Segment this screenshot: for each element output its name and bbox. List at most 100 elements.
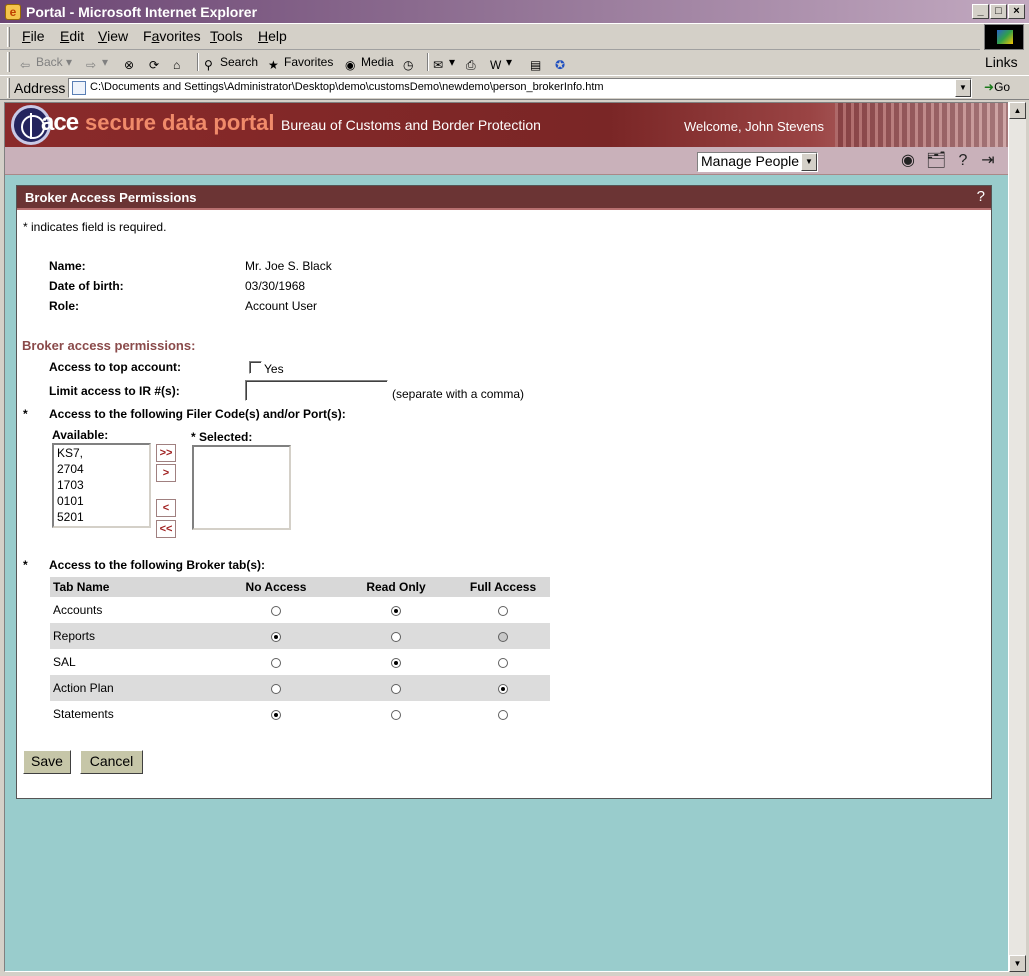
toolbar-grip [7,27,10,47]
list-item[interactable]: 0101 [54,493,149,509]
broker-permissions-panel: Broker Access Permissions ? * indicates … [16,185,992,799]
save-button[interactable]: Save [23,750,71,774]
menu-tools[interactable]: Tools [210,28,243,44]
close-button[interactable]: × [1008,4,1025,19]
home-button[interactable]: ⌂ [173,53,189,72]
chevron-down-icon[interactable]: ▼ [801,153,817,171]
discuss-button[interactable]: ▤ [530,53,546,72]
toolbar-separator [427,53,429,71]
help-icon[interactable]: ? [953,152,973,170]
radio-full-access[interactable] [498,709,508,720]
remove-all-button[interactable]: << [156,520,176,538]
tab-name-cell: SAL [53,655,76,669]
role-value: Account User [245,299,318,313]
radio-no-access[interactable] [271,657,281,668]
radio-read-only[interactable] [391,657,401,668]
panel-help-icon[interactable]: ? [977,188,985,205]
remove-selected-button[interactable]: < [156,499,176,517]
radio-read-only[interactable] [391,683,401,694]
search-icon: ⚲ [204,58,213,72]
menu-view[interactable]: View [98,28,128,44]
radio-full-access[interactable] [498,683,508,694]
col-header-no-access: No Access [216,577,336,597]
home-icon: ⌂ [173,58,181,72]
tab-name-cell: Action Plan [50,675,216,701]
forward-button[interactable]: ⇨ ▾ [86,53,108,72]
print-button[interactable]: ⎙ [466,53,482,72]
media-icon: ◉ [345,58,356,72]
scroll-track[interactable] [1009,119,1026,955]
home-portal-icon[interactable]: ◉ [898,152,918,170]
selected-label: * Selected: [191,430,253,444]
broker-tabs-label: Access to the following Broker tab(s): [49,558,266,572]
add-selected-button[interactable]: > [156,464,176,482]
menu-edit[interactable]: Edit [60,28,84,44]
radio-read-only[interactable] [391,631,401,642]
history-button[interactable]: ◷ [403,53,419,72]
mail-button[interactable]: ✉ ▾ [433,53,455,72]
radio-no-access[interactable] [271,709,281,720]
mail-icon: ✉ [433,58,444,72]
logout-icon[interactable]: ⇥ [978,152,998,170]
search-button[interactable]: ⚲ Search [204,53,258,72]
minimize-button[interactable]: _ [972,4,989,19]
list-item[interactable]: 5201 [54,509,149,525]
radio-read-only[interactable] [391,709,401,720]
tab-name-cell: Reports [50,623,216,649]
selected-listbox[interactable] [192,445,291,530]
radio-no-access[interactable] [271,631,281,642]
messenger-button[interactable]: ✪ [555,53,571,72]
cancel-button[interactable]: Cancel [80,750,143,774]
edit-button[interactable]: W ▾ [490,53,512,72]
radio-read-only[interactable] [391,605,401,616]
top-account-checkbox[interactable] [249,361,262,374]
radio-full-access[interactable] [498,657,508,668]
messenger-icon: ✪ [555,58,566,72]
page-icon [72,81,86,95]
vertical-scrollbar[interactable]: ▲ ▼ [1008,102,1026,972]
radio-full-access[interactable] [498,631,508,642]
add-all-button[interactable]: >> [156,444,176,462]
agency-name: Bureau of Customs and Border Protection [281,117,541,133]
available-listbox[interactable]: KS7, 2704 1703 0101 5201 [52,443,151,528]
limit-ir-label: Limit access to IR #(s): [49,384,180,398]
manage-people-select[interactable]: Manage People ▼ [697,152,818,172]
radio-no-access[interactable] [271,683,281,694]
stop-button[interactable]: ⊗ [124,53,140,72]
menu-favorites[interactable]: Favorites [143,28,201,44]
scroll-up-button[interactable]: ▲ [1009,102,1026,119]
radio-full-access[interactable] [498,605,508,616]
menu-file[interactable]: File [22,28,45,44]
favorites-button[interactable]: ★ Favorites [268,53,333,72]
address-dropdown-button[interactable]: ▼ [955,79,971,97]
address-input[interactable]: C:\Documents and Settings\Administrator\… [68,78,972,98]
back-button[interactable]: ⇦ Back ▾ [20,53,72,72]
refresh-button[interactable]: ⟳ [149,53,165,72]
manage-select-value: Manage People [701,153,800,169]
list-item[interactable]: 2704 [54,461,149,477]
table-row: Statements [50,701,550,727]
media-button[interactable]: ◉ Media [345,53,394,72]
list-item[interactable]: KS7, [54,445,149,461]
filer-code-label: Access to the following Filer Code(s) an… [49,407,346,421]
radio-no-access[interactable] [271,605,281,616]
address-label: Address [14,80,66,96]
folders-icon[interactable]: 🗂 [926,152,946,170]
menu-help[interactable]: Help [258,28,287,44]
ie-page-icon: e [5,4,21,20]
scroll-down-button[interactable]: ▼ [1009,955,1026,972]
address-url[interactable]: C:\Documents and Settings\Administrator\… [90,81,604,93]
maximize-button[interactable]: □ [990,4,1007,19]
limit-ir-hint: (separate with a comma) [392,387,525,401]
links-toolbar[interactable]: Links [985,54,1018,70]
toolbar-separator [197,53,199,71]
portal-banner: ace secure data portal Bureau of Customs… [5,103,1011,147]
welcome-message: Welcome, John Stevens [684,119,824,134]
flags-image [835,103,1011,147]
list-item[interactable]: 1703 [54,477,149,493]
name-label: Name: [49,259,86,273]
standard-toolbar: ⇦ Back ▾ ⇨ ▾ ⊗ ⟳ ⌂ ⚲ Search ★ Favorites ◉ Med… [0,50,980,74]
limit-ir-input[interactable] [245,380,388,401]
table-row: Reports [50,623,550,649]
go-button[interactable]: ➜Go [984,80,1010,94]
